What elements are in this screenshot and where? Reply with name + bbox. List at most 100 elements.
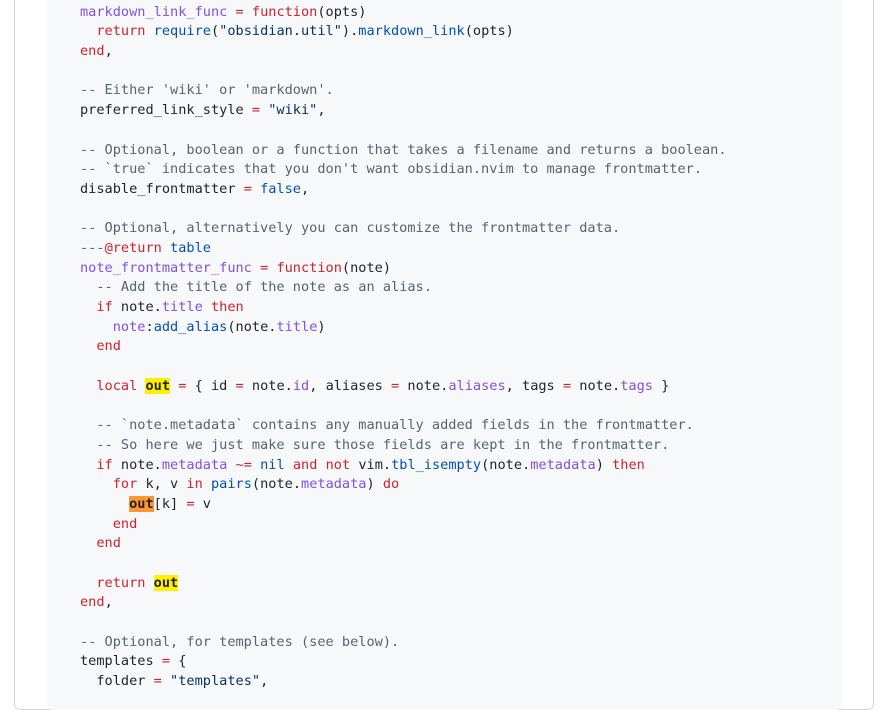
code-token: "templates" <box>170 673 261 690</box>
code-line: end, <box>80 42 727 62</box>
code-token: disable_frontmatter <box>80 180 244 197</box>
code-line: end <box>80 534 727 554</box>
code-token: ) <box>595 456 613 473</box>
search-match: out <box>145 377 171 394</box>
code-token: = <box>153 673 162 690</box>
code-line: -- Optional, alternatively you can custo… <box>80 219 727 239</box>
code-token: (opts) <box>317 3 367 20</box>
code-token: , <box>104 43 113 60</box>
code-token: -- Either 'wiki' or 'markdown'. <box>80 82 334 99</box>
code-token: do <box>382 476 400 493</box>
code-token: = <box>161 653 171 670</box>
code-line: end <box>80 337 727 357</box>
code-token: return <box>96 574 146 591</box>
code-token: = <box>243 180 252 197</box>
code-token: -- Optional, alternatively you can custo… <box>80 220 621 237</box>
code-token: add_alias <box>153 318 228 335</box>
code-line: -- Either 'wiki' or 'markdown'. <box>80 81 727 101</box>
code-token: -- `true` indicates that you don't want … <box>80 161 702 178</box>
code-token: metadata <box>161 456 228 473</box>
code-token: "obsidian.util" <box>219 23 342 40</box>
code-token: end <box>80 594 105 611</box>
code-token: (note. <box>251 476 302 493</box>
code-token: pairs <box>210 476 252 493</box>
code-token: nil <box>260 456 285 473</box>
code-token: false <box>260 180 301 197</box>
code-token: metadata <box>301 476 367 493</box>
code-token: end <box>80 43 105 60</box>
code-line: preferred_link_style = "wiki", <box>80 101 727 121</box>
search-match: out <box>153 574 179 591</box>
code-line: markdown_link_func = function(opts) <box>80 3 727 23</box>
code-token: in <box>186 476 203 493</box>
code-token: templates <box>80 653 162 670</box>
code-token: , <box>104 594 113 611</box>
code-token: } <box>652 377 670 394</box>
code-token: function <box>276 259 342 276</box>
code-token: --- <box>80 239 105 256</box>
code-token: end <box>112 515 138 532</box>
code-token: : <box>145 318 154 335</box>
code-token: markdown_link <box>358 23 465 40</box>
code-token: = <box>186 495 195 512</box>
code-token: markdown_link_func <box>80 3 228 20</box>
code-token: = <box>251 102 261 119</box>
code-line: note_frontmatter_func = function(note) <box>80 259 727 279</box>
code-line: end <box>80 515 727 535</box>
code-token: then <box>210 299 244 315</box>
code-token: title <box>161 299 203 315</box>
code-line: -- `note.metadata` contains any manually… <box>80 416 727 436</box>
code-token: ). <box>341 23 359 40</box>
code-token: -- Optional, for templates (see below). <box>80 633 400 650</box>
code-line: -- `true` indicates that you don't want … <box>80 160 727 180</box>
code-token: note_frontmatter_func <box>80 259 252 276</box>
code-line: templates = { <box>80 652 727 672</box>
code-token: -- Add the title of the note as an alias… <box>96 279 432 296</box>
code-token: ) <box>317 318 326 335</box>
code-token: note. <box>112 456 162 473</box>
code-token: and <box>292 456 318 473</box>
code-token: (note. <box>481 456 531 473</box>
code-token: = <box>235 377 244 394</box>
code-token: , tags <box>505 377 563 394</box>
code-token: { <box>170 653 187 670</box>
code-token: ( <box>210 23 220 40</box>
code-line: if note.metadata ~= nil and not vim.tbl_… <box>80 456 727 476</box>
code-token: -- So here we just make sure those field… <box>96 436 670 453</box>
code-token: = <box>391 377 400 394</box>
code-line: ---@return table <box>80 239 727 259</box>
code-line: -- Optional, for templates (see below). <box>80 633 727 653</box>
code-token: preferred_link_style <box>80 102 252 119</box>
code-token: table <box>170 239 211 256</box>
code-line: disable_frontmatter = false, <box>80 180 727 200</box>
code-token: ~= <box>235 456 252 473</box>
code-line: for k, v in pairs(note.metadata) do <box>80 475 727 495</box>
code-token: vim. <box>350 456 392 473</box>
code-token: tbl_isempty <box>391 456 482 473</box>
code-token: k, v <box>137 476 187 493</box>
code-token: v <box>194 495 211 512</box>
code-token: end <box>96 338 121 355</box>
code-token: , aliases <box>309 377 392 394</box>
code-token: note. <box>243 377 293 394</box>
